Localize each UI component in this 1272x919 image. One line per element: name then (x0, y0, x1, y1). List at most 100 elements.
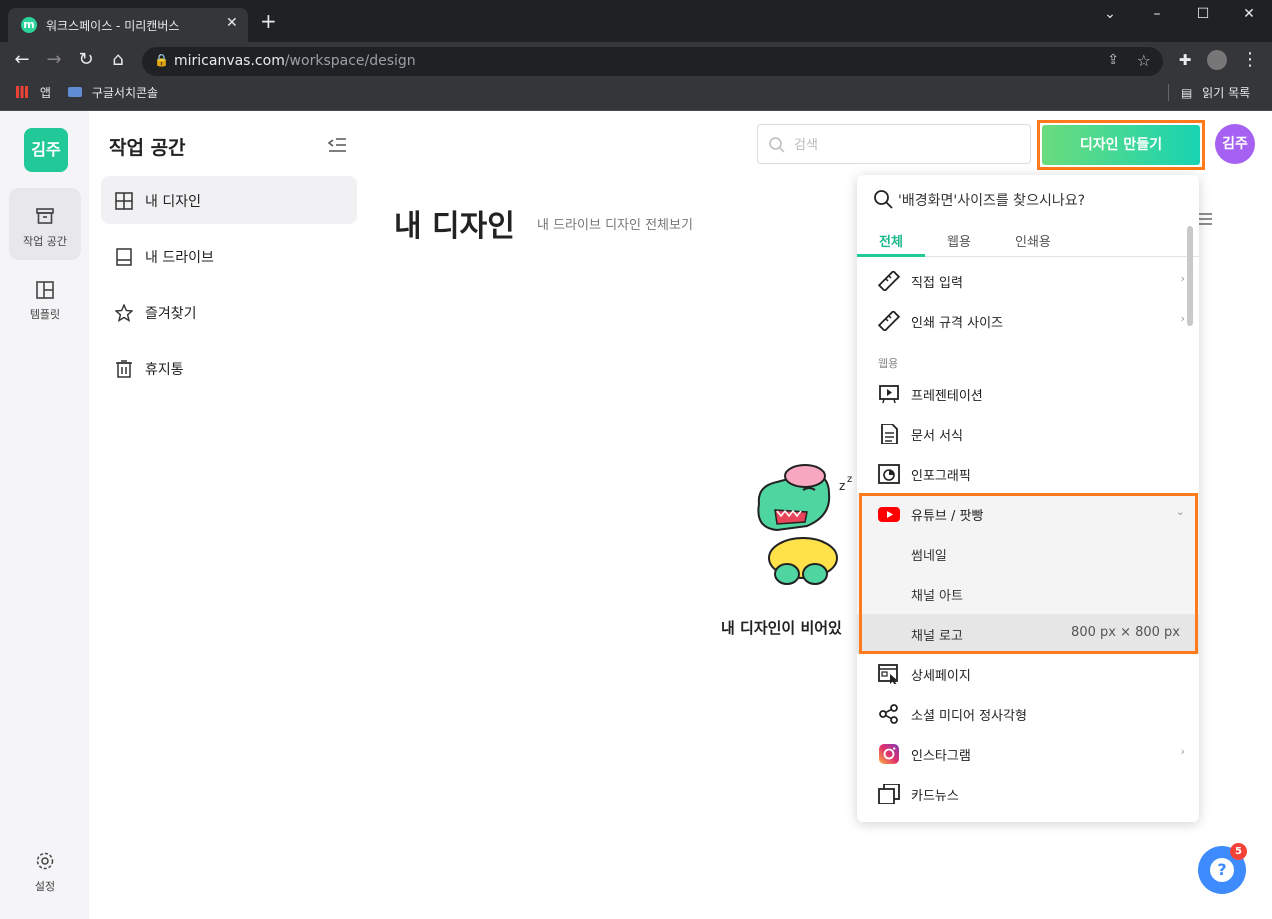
bookmark-star-icon[interactable]: ☆ (1137, 51, 1151, 70)
rail-item-workspace[interactable]: 작업 공간 (9, 188, 81, 260)
nav-trash[interactable]: 휴지통 (101, 344, 357, 392)
item-label: 유튜브 / 팟빵 (911, 509, 984, 524)
lock-icon: 🔒 (154, 53, 169, 67)
infographic-icon (878, 464, 900, 484)
profile-avatar[interactable] (1207, 50, 1227, 70)
item-label: 상세페이지 (911, 669, 971, 684)
minimize-button[interactable]: – (1147, 6, 1167, 22)
tab-web[interactable]: 웹용 (947, 231, 971, 250)
left-rail: 김주 작업 공간 템플릿 설정 (0, 111, 89, 919)
search-console-bookmark[interactable]: 구글서치콘솔 (68, 84, 158, 101)
reading-list-icon: ▤ (1181, 86, 1193, 100)
item-label: 카드뉴스 (911, 789, 959, 804)
user-avatar[interactable]: 김주 (1215, 124, 1255, 164)
item-label: 문서 서식 (911, 429, 963, 444)
tab-close-icon[interactable]: ✕ (226, 15, 238, 31)
item-detail-page[interactable]: 상세페이지 (857, 654, 1199, 694)
home-button[interactable]: ⌂ (108, 50, 128, 70)
svg-text:z: z (847, 474, 852, 485)
nav-my-drive[interactable]: 내 드라이브 (101, 232, 357, 280)
nav-label: 휴지통 (145, 362, 184, 378)
svg-text:z: z (839, 479, 845, 493)
ruler-icon (878, 271, 900, 291)
panel-title: 작업 공간 (109, 137, 186, 159)
search-box[interactable] (757, 124, 1031, 164)
item-thumbnail[interactable]: 썸네일 (857, 534, 1199, 574)
collapse-panel-icon[interactable] (327, 137, 347, 153)
item-print-size[interactable]: 인쇄 규격 사이즈 › (857, 301, 1199, 341)
item-channel-art[interactable]: 채널 아트 (857, 574, 1199, 614)
workspace-panel: 작업 공간 내 디자인 내 드라이브 즐겨찾기 휴지통 (89, 111, 370, 919)
tab-all[interactable]: 전체 (879, 231, 903, 250)
page-title: 내 디자인 (394, 209, 515, 244)
tab-favicon: m (21, 17, 37, 33)
item-document[interactable]: 문서 서식 (857, 414, 1199, 454)
item-label: 채널 로고 (911, 629, 963, 644)
extensions-icon[interactable]: ✚ (1175, 50, 1195, 70)
item-social-square[interactable]: 소셜 미디어 정사각형 (857, 694, 1199, 734)
back-button[interactable]: ← (12, 50, 32, 70)
make-design-button[interactable]: 디자인 만들기 (1037, 120, 1205, 170)
browser-tab[interactable]: m 워크스페이스 - 미리캔버스 ✕ (8, 8, 248, 42)
nav-label: 즐겨찾기 (145, 306, 197, 322)
help-button[interactable]: ? 5 (1198, 843, 1247, 894)
nav-my-designs[interactable]: 내 디자인 (101, 176, 357, 224)
nav-favorites[interactable]: 즐겨찾기 (101, 288, 357, 336)
help-icon: ? (1210, 858, 1234, 882)
drive-icon (116, 248, 132, 266)
tab-title: 워크스페이스 - 미리캔버스 (46, 19, 180, 33)
gear-icon (36, 852, 54, 870)
item-size: 800 px × 800 px (1071, 625, 1180, 640)
address-bar[interactable]: 🔒 miricanvas.com/workspace/design ⇪ ☆ (142, 47, 1163, 76)
size-search[interactable]: '배경화면'사이즈를 찾으시나요? (857, 175, 1199, 223)
detail-page-icon (878, 664, 898, 684)
rail-label-workspace: 작업 공간 (23, 235, 67, 248)
rail-item-templates[interactable]: 템플릿 (9, 264, 81, 336)
item-label: 인스타그램 (911, 749, 971, 764)
document-icon (881, 424, 898, 444)
workspace-logo[interactable]: 김주 (24, 128, 68, 172)
reading-list[interactable]: ▤ 읽기 목록 (1168, 84, 1250, 101)
item-presentation[interactable]: 프레젠테이션 (857, 374, 1199, 414)
section-web-label: 웹용 (878, 357, 899, 370)
make-design-dropdown: '배경화면'사이즈를 찾으시나요? 전체 웹용 인쇄용 직접 입력 › 인쇄 규… (857, 175, 1199, 822)
new-tab-button[interactable]: + (260, 11, 277, 31)
tab-print[interactable]: 인쇄용 (1015, 231, 1051, 250)
item-infographic[interactable]: 인포그래픽 (857, 454, 1199, 494)
dropdown-scrollbar[interactable] (1187, 226, 1193, 326)
item-label: 소셜 미디어 정사각형 (911, 709, 1027, 724)
chevron-right-icon: › (1180, 745, 1185, 758)
grid-icon (115, 192, 133, 210)
search-input[interactable] (794, 134, 1014, 156)
item-direct-input[interactable]: 직접 입력 › (857, 261, 1199, 301)
chevron-right-icon: › (1180, 312, 1185, 325)
youtube-icon (878, 507, 900, 522)
dropdown-list: 직접 입력 › 인쇄 규격 사이즈 › 웹용 프레젠테이션 문서 서식 인포그래… (857, 258, 1199, 822)
item-instagram[interactable]: 인스타그램 › (857, 734, 1199, 774)
menu-icon[interactable]: ⋮ (1240, 50, 1260, 70)
search-icon (769, 137, 785, 153)
rail-label-settings: 설정 (34, 880, 56, 893)
apps-bookmark[interactable]: 앱 (16, 84, 51, 101)
item-youtube[interactable]: 유튜브 / 팟빵 ⌄ (857, 494, 1199, 534)
nav-label: 내 드라이브 (145, 250, 214, 266)
presentation-icon (879, 385, 899, 404)
item-label: 인쇄 규격 사이즈 (911, 316, 1003, 331)
rail-label-templates: 템플릿 (29, 308, 61, 321)
view-all-drive-link[interactable]: 내 드라이브 디자인 전체보기 (537, 214, 693, 233)
tab-search-icon[interactable]: ⌄ (1100, 6, 1120, 22)
share-nodes-icon (879, 704, 898, 724)
rail-item-settings[interactable]: 설정 (9, 841, 81, 913)
maximize-button[interactable]: ☐ (1193, 6, 1213, 22)
reload-button[interactable]: ↻ (76, 50, 96, 70)
forward-button[interactable]: → (44, 50, 64, 70)
share-icon[interactable]: ⇪ (1107, 52, 1119, 68)
item-channel-logo[interactable]: 채널 로고 800 px × 800 px (857, 614, 1199, 654)
search-console-icon (68, 87, 82, 97)
item-cardnews[interactable]: 카드뉴스 (857, 774, 1199, 814)
instagram-icon (879, 744, 899, 764)
active-tab-underline (857, 254, 925, 257)
star-icon (115, 304, 133, 322)
browser-tab-bar: m 워크스페이스 - 미리캔버스 ✕ + ⌄ – ☐ ✕ (0, 0, 1272, 42)
close-window-button[interactable]: ✕ (1239, 6, 1259, 22)
